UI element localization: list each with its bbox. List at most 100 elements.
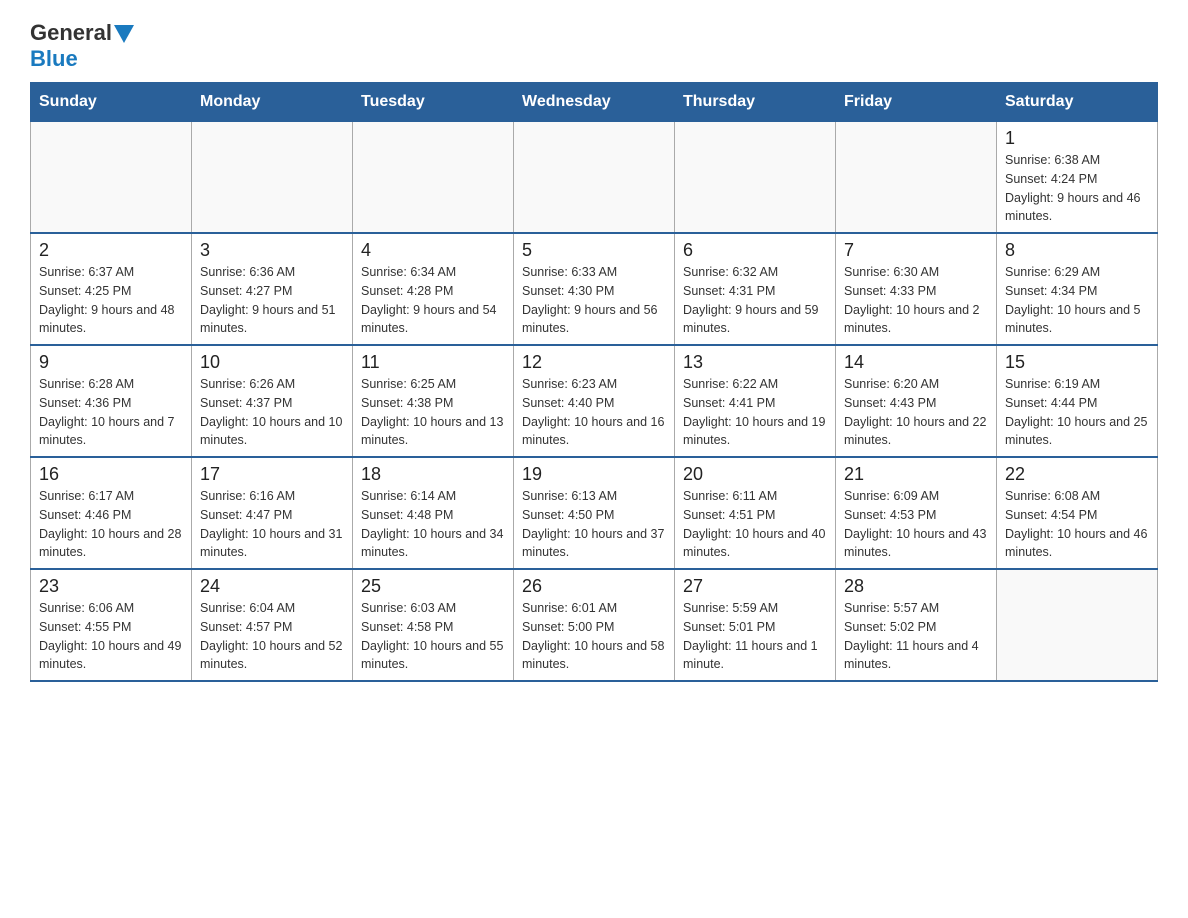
day-number: 10 — [200, 352, 344, 373]
day-number: 2 — [39, 240, 183, 261]
calendar-cell: 19Sunrise: 6:13 AM Sunset: 4:50 PM Dayli… — [514, 457, 675, 569]
day-number: 19 — [522, 464, 666, 485]
day-info: Sunrise: 6:16 AM Sunset: 4:47 PM Dayligh… — [200, 487, 344, 562]
day-number: 26 — [522, 576, 666, 597]
calendar-cell: 2Sunrise: 6:37 AM Sunset: 4:25 PM Daylig… — [31, 233, 192, 345]
day-number: 21 — [844, 464, 988, 485]
calendar-cell: 5Sunrise: 6:33 AM Sunset: 4:30 PM Daylig… — [514, 233, 675, 345]
day-number: 8 — [1005, 240, 1149, 261]
day-info: Sunrise: 6:06 AM Sunset: 4:55 PM Dayligh… — [39, 599, 183, 674]
calendar-cell: 26Sunrise: 6:01 AM Sunset: 5:00 PM Dayli… — [514, 569, 675, 681]
calendar-cell: 10Sunrise: 6:26 AM Sunset: 4:37 PM Dayli… — [192, 345, 353, 457]
page-header: General Blue — [30, 20, 1158, 72]
day-info: Sunrise: 6:03 AM Sunset: 4:58 PM Dayligh… — [361, 599, 505, 674]
day-info: Sunrise: 5:59 AM Sunset: 5:01 PM Dayligh… — [683, 599, 827, 674]
day-number: 27 — [683, 576, 827, 597]
weekday-header-wednesday: Wednesday — [514, 83, 675, 122]
day-number: 18 — [361, 464, 505, 485]
day-info: Sunrise: 6:11 AM Sunset: 4:51 PM Dayligh… — [683, 487, 827, 562]
day-info: Sunrise: 6:09 AM Sunset: 4:53 PM Dayligh… — [844, 487, 988, 562]
day-number: 9 — [39, 352, 183, 373]
day-info: Sunrise: 6:08 AM Sunset: 4:54 PM Dayligh… — [1005, 487, 1149, 562]
day-number: 4 — [361, 240, 505, 261]
calendar-cell: 24Sunrise: 6:04 AM Sunset: 4:57 PM Dayli… — [192, 569, 353, 681]
weekday-header-monday: Monday — [192, 83, 353, 122]
day-number: 15 — [1005, 352, 1149, 373]
calendar-cell: 21Sunrise: 6:09 AM Sunset: 4:53 PM Dayli… — [836, 457, 997, 569]
calendar-cell: 15Sunrise: 6:19 AM Sunset: 4:44 PM Dayli… — [997, 345, 1158, 457]
day-info: Sunrise: 6:19 AM Sunset: 4:44 PM Dayligh… — [1005, 375, 1149, 450]
day-number: 3 — [200, 240, 344, 261]
calendar-cell: 12Sunrise: 6:23 AM Sunset: 4:40 PM Dayli… — [514, 345, 675, 457]
day-info: Sunrise: 6:34 AM Sunset: 4:28 PM Dayligh… — [361, 263, 505, 338]
day-number: 22 — [1005, 464, 1149, 485]
calendar-cell: 20Sunrise: 6:11 AM Sunset: 4:51 PM Dayli… — [675, 457, 836, 569]
weekday-header-friday: Friday — [836, 83, 997, 122]
day-number: 11 — [361, 352, 505, 373]
calendar-cell: 25Sunrise: 6:03 AM Sunset: 4:58 PM Dayli… — [353, 569, 514, 681]
day-info: Sunrise: 6:30 AM Sunset: 4:33 PM Dayligh… — [844, 263, 988, 338]
day-info: Sunrise: 6:13 AM Sunset: 4:50 PM Dayligh… — [522, 487, 666, 562]
calendar-cell — [31, 122, 192, 234]
logo-triangle-icon — [114, 25, 134, 43]
day-info: Sunrise: 6:36 AM Sunset: 4:27 PM Dayligh… — [200, 263, 344, 338]
calendar-cell — [836, 122, 997, 234]
day-info: Sunrise: 6:20 AM Sunset: 4:43 PM Dayligh… — [844, 375, 988, 450]
day-info: Sunrise: 6:32 AM Sunset: 4:31 PM Dayligh… — [683, 263, 827, 338]
calendar-cell: 22Sunrise: 6:08 AM Sunset: 4:54 PM Dayli… — [997, 457, 1158, 569]
day-number: 14 — [844, 352, 988, 373]
calendar-cell: 13Sunrise: 6:22 AM Sunset: 4:41 PM Dayli… — [675, 345, 836, 457]
calendar-cell: 28Sunrise: 5:57 AM Sunset: 5:02 PM Dayli… — [836, 569, 997, 681]
weekday-header-row: SundayMondayTuesdayWednesdayThursdayFrid… — [31, 83, 1158, 122]
day-number: 28 — [844, 576, 988, 597]
calendar-week-row: 9Sunrise: 6:28 AM Sunset: 4:36 PM Daylig… — [31, 345, 1158, 457]
logo-text: General — [30, 20, 134, 46]
day-number: 17 — [200, 464, 344, 485]
day-info: Sunrise: 6:37 AM Sunset: 4:25 PM Dayligh… — [39, 263, 183, 338]
calendar-week-row: 16Sunrise: 6:17 AM Sunset: 4:46 PM Dayli… — [31, 457, 1158, 569]
day-info: Sunrise: 6:29 AM Sunset: 4:34 PM Dayligh… — [1005, 263, 1149, 338]
calendar-cell: 17Sunrise: 6:16 AM Sunset: 4:47 PM Dayli… — [192, 457, 353, 569]
calendar-week-row: 2Sunrise: 6:37 AM Sunset: 4:25 PM Daylig… — [31, 233, 1158, 345]
day-info: Sunrise: 5:57 AM Sunset: 5:02 PM Dayligh… — [844, 599, 988, 674]
logo: General Blue — [30, 20, 134, 72]
day-number: 7 — [844, 240, 988, 261]
day-number: 25 — [361, 576, 505, 597]
calendar-cell: 8Sunrise: 6:29 AM Sunset: 4:34 PM Daylig… — [997, 233, 1158, 345]
weekday-header-thursday: Thursday — [675, 83, 836, 122]
calendar-cell: 27Sunrise: 5:59 AM Sunset: 5:01 PM Dayli… — [675, 569, 836, 681]
weekday-header-sunday: Sunday — [31, 83, 192, 122]
day-info: Sunrise: 6:23 AM Sunset: 4:40 PM Dayligh… — [522, 375, 666, 450]
calendar-cell: 23Sunrise: 6:06 AM Sunset: 4:55 PM Dayli… — [31, 569, 192, 681]
calendar-week-row: 23Sunrise: 6:06 AM Sunset: 4:55 PM Dayli… — [31, 569, 1158, 681]
day-info: Sunrise: 6:25 AM Sunset: 4:38 PM Dayligh… — [361, 375, 505, 450]
day-number: 16 — [39, 464, 183, 485]
logo-general-text: General — [30, 20, 112, 46]
day-number: 12 — [522, 352, 666, 373]
calendar-table: SundayMondayTuesdayWednesdayThursdayFrid… — [30, 82, 1158, 682]
day-info: Sunrise: 6:14 AM Sunset: 4:48 PM Dayligh… — [361, 487, 505, 562]
day-info: Sunrise: 6:38 AM Sunset: 4:24 PM Dayligh… — [1005, 151, 1149, 226]
day-number: 23 — [39, 576, 183, 597]
day-info: Sunrise: 6:17 AM Sunset: 4:46 PM Dayligh… — [39, 487, 183, 562]
day-number: 5 — [522, 240, 666, 261]
calendar-cell: 7Sunrise: 6:30 AM Sunset: 4:33 PM Daylig… — [836, 233, 997, 345]
day-number: 1 — [1005, 128, 1149, 149]
day-info: Sunrise: 6:33 AM Sunset: 4:30 PM Dayligh… — [522, 263, 666, 338]
calendar-cell: 18Sunrise: 6:14 AM Sunset: 4:48 PM Dayli… — [353, 457, 514, 569]
weekday-header-saturday: Saturday — [997, 83, 1158, 122]
day-number: 20 — [683, 464, 827, 485]
day-info: Sunrise: 6:01 AM Sunset: 5:00 PM Dayligh… — [522, 599, 666, 674]
logo-blue-text: Blue — [30, 46, 78, 72]
day-info: Sunrise: 6:22 AM Sunset: 4:41 PM Dayligh… — [683, 375, 827, 450]
weekday-header-tuesday: Tuesday — [353, 83, 514, 122]
day-info: Sunrise: 6:26 AM Sunset: 4:37 PM Dayligh… — [200, 375, 344, 450]
calendar-cell — [675, 122, 836, 234]
day-info: Sunrise: 6:04 AM Sunset: 4:57 PM Dayligh… — [200, 599, 344, 674]
calendar-cell: 14Sunrise: 6:20 AM Sunset: 4:43 PM Dayli… — [836, 345, 997, 457]
calendar-cell — [514, 122, 675, 234]
calendar-cell: 3Sunrise: 6:36 AM Sunset: 4:27 PM Daylig… — [192, 233, 353, 345]
day-number: 24 — [200, 576, 344, 597]
calendar-cell: 11Sunrise: 6:25 AM Sunset: 4:38 PM Dayli… — [353, 345, 514, 457]
calendar-cell — [192, 122, 353, 234]
